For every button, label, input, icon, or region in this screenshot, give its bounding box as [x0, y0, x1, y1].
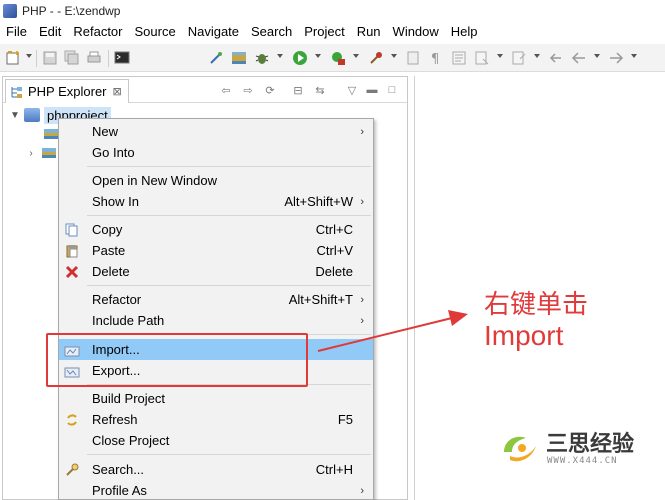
annotation-text-chinese: 右键单击 — [484, 290, 589, 320]
annotation-text-import: Import — [484, 320, 564, 351]
annotation-arrow — [317, 310, 468, 352]
watermark-text: 三思经验 — [546, 432, 635, 457]
watermark-logo — [504, 436, 536, 462]
watermark-url: WWW.X444.CN — [547, 456, 618, 466]
